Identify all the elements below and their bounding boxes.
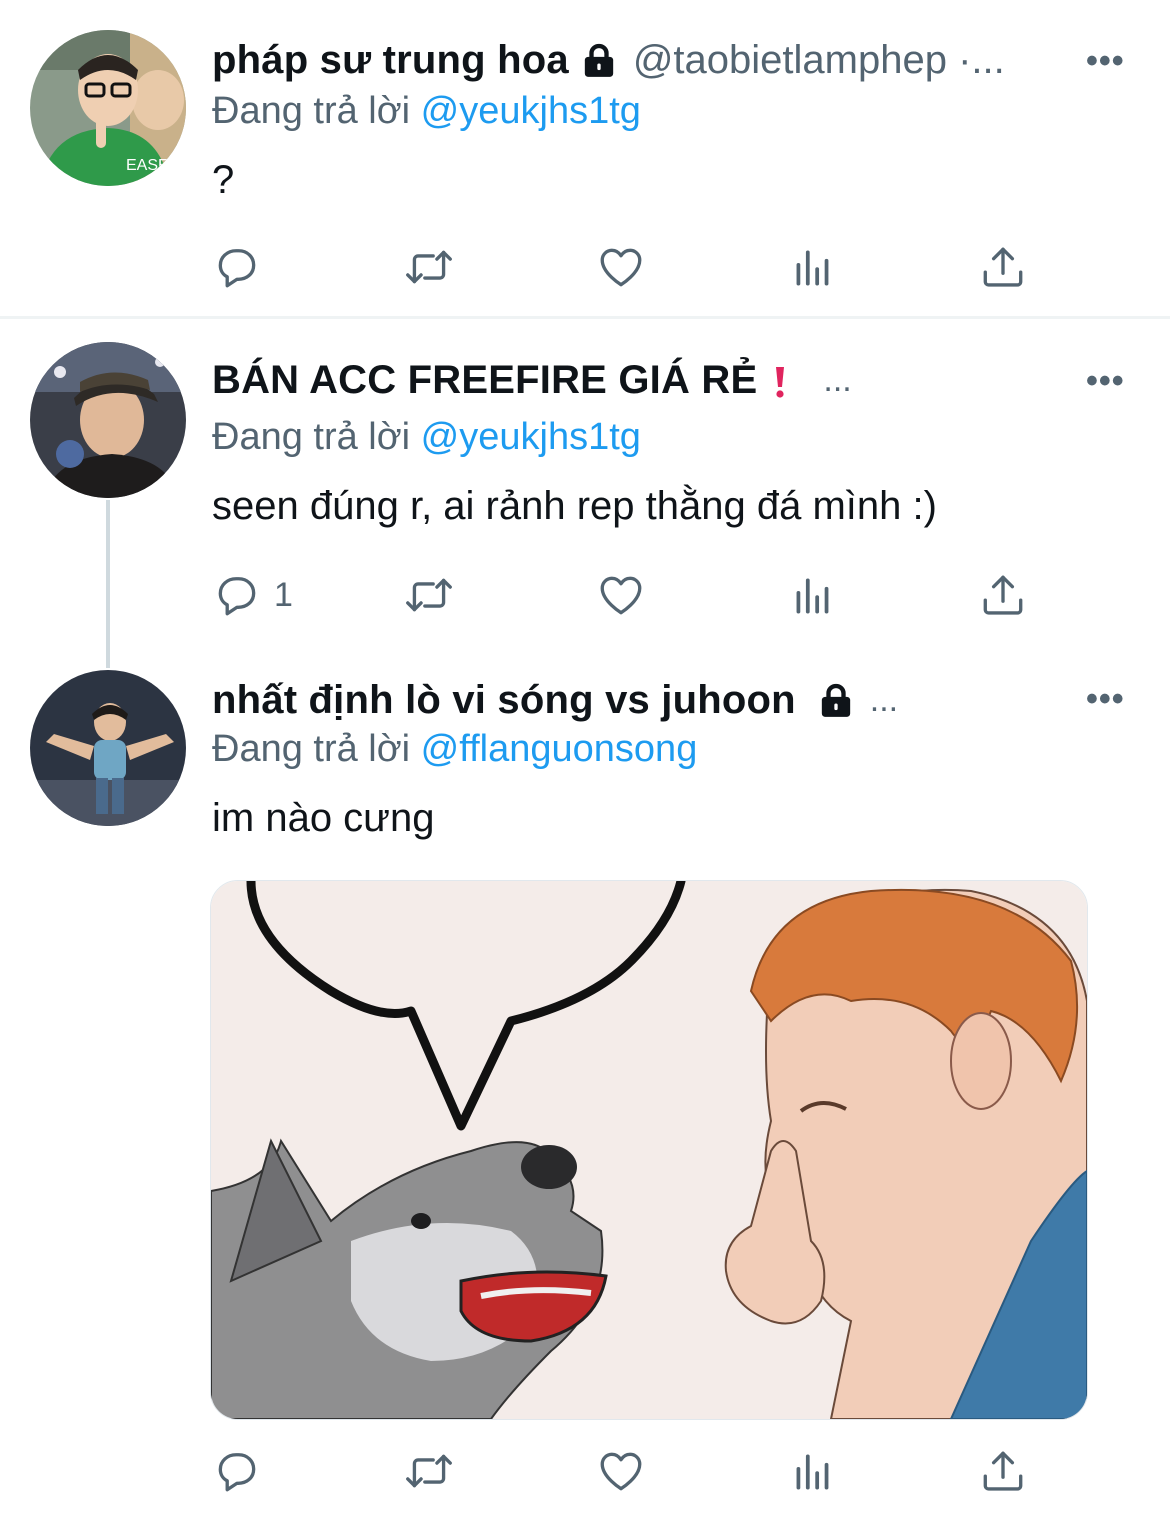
- action-bar: [212, 242, 1042, 294]
- name-truncation: ...: [869, 681, 899, 719]
- avatar[interactable]: [30, 670, 186, 826]
- retweet-icon[interactable]: [404, 570, 454, 620]
- tweet-text: seen đúng r, ai rảnh rep thằng đá mình :…: [212, 484, 937, 528]
- replying-to: Đang trả lời @yeukjhs1tg: [212, 90, 641, 133]
- more-options-button[interactable]: •••: [1086, 680, 1125, 719]
- user-handle[interactable]: @taobietlamphep ·...: [633, 38, 1005, 83]
- display-name[interactable]: pháp sư trung hoa: [212, 38, 569, 83]
- reply-count: 1: [274, 576, 293, 614]
- stats-icon[interactable]: [788, 242, 838, 292]
- like-icon[interactable]: [596, 242, 646, 292]
- action-bar: [212, 1446, 1042, 1498]
- reply-icon[interactable]: [212, 1446, 262, 1496]
- lock-icon: [816, 681, 856, 721]
- reply-prefix: Đang trả lời: [212, 416, 411, 458]
- reply-prefix: Đang trả lời: [212, 90, 411, 132]
- display-name[interactable]: BÁN ACC FREEFIRE GIÁ RẺ: [212, 358, 757, 403]
- media-image[interactable]: [210, 880, 1088, 1420]
- stats-icon[interactable]: [788, 1446, 838, 1496]
- reply-mention-link[interactable]: @fflanguonsong: [421, 728, 698, 770]
- like-icon[interactable]: [596, 570, 646, 620]
- like-icon[interactable]: [596, 1446, 646, 1496]
- more-options-button[interactable]: •••: [1086, 42, 1125, 81]
- share-icon[interactable]: [978, 1446, 1028, 1496]
- avatar[interactable]: EASE: [30, 30, 186, 186]
- action-bar: 1: [212, 570, 1042, 622]
- tweet-text: ?: [212, 158, 235, 202]
- replying-to: Đang trả lời @yeukjhs1tg: [212, 416, 641, 459]
- retweet-icon[interactable]: [404, 1446, 454, 1496]
- divider: [0, 316, 1170, 319]
- reply-prefix: Đang trả lời: [212, 728, 411, 770]
- avatar[interactable]: [30, 342, 186, 498]
- tweet-text: im nào cưng: [212, 796, 435, 840]
- reply-icon[interactable]: [212, 570, 262, 620]
- reply-mention-link[interactable]: @yeukjhs1tg: [421, 416, 641, 458]
- name-truncation: ...: [823, 361, 852, 399]
- exclamation-icon: [776, 366, 785, 398]
- thread-connector-line: [106, 500, 110, 668]
- stats-icon[interactable]: [788, 570, 838, 620]
- reply-mention-link[interactable]: @yeukjhs1tg: [421, 90, 641, 132]
- svg-text:EASE: EASE: [126, 157, 169, 174]
- lock-icon: [579, 41, 619, 81]
- retweet-icon[interactable]: [404, 242, 454, 292]
- display-name[interactable]: nhất định lò vi sóng vs juhoon: [212, 678, 796, 723]
- more-options-button[interactable]: •••: [1086, 362, 1125, 401]
- share-icon[interactable]: [978, 570, 1028, 620]
- replying-to: Đang trả lời @fflanguonsong: [212, 728, 697, 771]
- reply-icon[interactable]: [212, 242, 262, 292]
- share-icon[interactable]: [978, 242, 1028, 292]
